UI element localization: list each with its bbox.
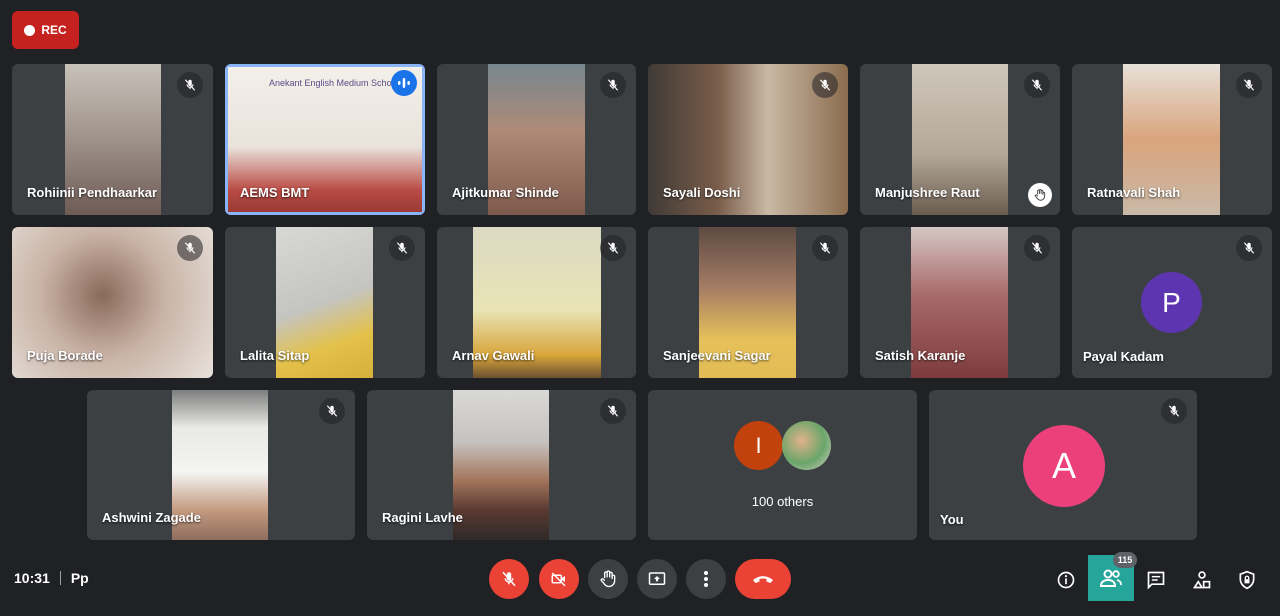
mic-off-icon: [600, 72, 626, 98]
participant-name: Lalita Sitap: [240, 348, 310, 363]
participant-tile[interactable]: Sanjeevani Sagar: [648, 227, 848, 378]
mic-off-icon: [502, 571, 516, 587]
present-screen-button[interactable]: [637, 559, 677, 599]
speaking-indicator-icon: [391, 70, 417, 96]
participant-name: AEMS BMT: [240, 185, 310, 200]
meeting-info: 10:31 Pp: [14, 570, 89, 586]
microphone-toggle-button[interactable]: [489, 559, 529, 599]
separator: [59, 571, 61, 585]
mic-off-icon: [1024, 72, 1050, 98]
mic-off-icon: [1161, 398, 1187, 424]
participant-name: Payal Kadam: [1083, 349, 1164, 364]
mic-off-icon: [1236, 72, 1262, 98]
mic-off-icon: [177, 72, 203, 98]
participant-tile[interactable]: Ragini Lavhe: [367, 390, 636, 540]
self-tile[interactable]: A You: [929, 390, 1197, 540]
participant-tile[interactable]: Satish Karanje: [860, 227, 1060, 378]
mic-off-icon: [319, 398, 345, 424]
leave-call-button[interactable]: [735, 559, 791, 599]
participant-video: [453, 390, 549, 540]
participant-tile[interactable]: Ajitkumar Shinde: [437, 64, 636, 215]
current-time: 10:31: [14, 570, 50, 586]
self-name: You: [940, 512, 964, 527]
participant-tile[interactable]: Anekant English Medium School AEMS BMT: [225, 64, 425, 215]
participant-tile[interactable]: P Payal Kadam: [1072, 227, 1272, 378]
meeting-code: Pp: [70, 570, 89, 586]
raise-hand-button[interactable]: [588, 559, 628, 599]
participant-name: Sanjeevani Sagar: [663, 348, 771, 363]
participant-tile[interactable]: Ashwini Zagade: [87, 390, 355, 540]
participant-tile[interactable]: Rohiinii Pendhaarkar: [12, 64, 213, 215]
participant-name: Ragini Lavhe: [382, 510, 463, 525]
self-avatar-letter: A: [1051, 445, 1076, 486]
call-end-icon: [753, 576, 773, 583]
participant-tile[interactable]: Manjushree Raut: [860, 64, 1060, 215]
meeting-details-button[interactable]: [1048, 562, 1084, 598]
participant-name: Ashwini Zagade: [102, 510, 201, 525]
others-tile[interactable]: I 100 others: [648, 390, 917, 540]
participant-tile[interactable]: Puja Borade: [12, 227, 213, 378]
recording-dot-icon: [24, 24, 36, 36]
info-icon: [1057, 571, 1075, 589]
mic-off-icon: [600, 235, 626, 261]
participant-name: Rohiinii Pendhaarkar: [27, 185, 158, 200]
mic-off-icon: [177, 235, 203, 261]
mic-off-icon: [812, 235, 838, 261]
self-avatar: A: [1023, 425, 1105, 507]
avatar: P: [1141, 272, 1202, 333]
participant-name: Manjushree Raut: [875, 185, 980, 200]
participant-name: Puja Borade: [27, 348, 103, 363]
participant-tile[interactable]: Arnav Gawali: [437, 227, 636, 378]
participant-name: Ajitkumar Shinde: [452, 185, 559, 200]
mic-off-icon: [1236, 235, 1262, 261]
mic-off-icon: [1024, 235, 1050, 261]
others-avatar: I: [734, 421, 783, 470]
chat-icon: [1147, 571, 1165, 590]
camera-toggle-button[interactable]: [539, 559, 579, 599]
host-controls-button[interactable]: [1229, 562, 1265, 598]
others-count-label: 100 others: [751, 494, 814, 509]
recording-label: REC: [41, 23, 67, 37]
participant-name: Satish Karanje: [875, 348, 966, 363]
shield-lock-icon: [1239, 570, 1255, 590]
camera-off-icon: [551, 572, 566, 587]
raised-hand-icon: [1028, 183, 1052, 207]
others-avatar-letter: I: [755, 432, 762, 458]
mic-off-icon: [812, 72, 838, 98]
mic-off-icon: [600, 398, 626, 424]
others-avatar-photo: [782, 421, 831, 470]
more-options-button[interactable]: [686, 559, 726, 599]
bottom-control-bar: 10:31 Pp 115: [0, 552, 1280, 612]
participant-tile[interactable]: Lalita Sitap: [225, 227, 425, 378]
present-icon: [648, 572, 666, 585]
participant-count-badge: 115: [1113, 552, 1137, 568]
activities-button[interactable]: [1184, 562, 1220, 598]
avatar-letter: P: [1162, 286, 1181, 318]
participant-name: Ratnavali Shah: [1087, 185, 1181, 200]
people-icon: [1099, 569, 1122, 587]
school-banner-text: Anekant English Medium School: [269, 78, 399, 88]
more-vert-icon: [704, 571, 708, 587]
recording-badge: REC: [12, 11, 79, 49]
activities-shapes-icon: [1192, 571, 1211, 589]
hand-icon: [600, 570, 616, 588]
participant-name: Sayali Doshi: [663, 185, 741, 200]
mic-off-icon: [389, 235, 415, 261]
participant-name: Arnav Gawali: [452, 348, 535, 363]
participant-tile[interactable]: Ratnavali Shah: [1072, 64, 1272, 215]
participant-tile[interactable]: Sayali Doshi: [648, 64, 848, 215]
chat-button[interactable]: [1138, 562, 1174, 598]
